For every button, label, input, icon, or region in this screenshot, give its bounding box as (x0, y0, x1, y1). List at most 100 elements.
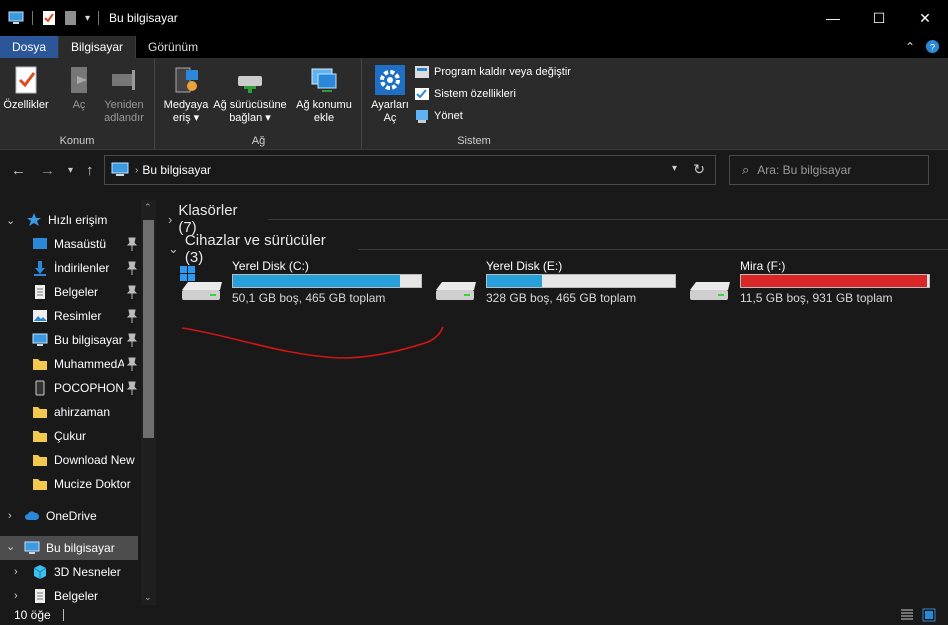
nav-item-folder[interactable]: ahirzaman (32, 400, 140, 424)
manage-button[interactable]: Yönet (414, 108, 571, 124)
group-label-ag: Ağ (251, 135, 266, 147)
computer-icon[interactable] (8, 10, 24, 26)
nav-item-desktop[interactable]: Masaüstü (32, 232, 140, 256)
map-network-drive-button[interactable]: Ağ sürücüsüne bağlan ▾ (210, 64, 290, 125)
svg-text:?: ? (930, 42, 935, 52)
manage-icon (416, 110, 428, 123)
nav-item-documents[interactable]: Belgeler (32, 280, 140, 304)
breadcrumb[interactable]: Bu bilgisayar (142, 163, 211, 177)
system-properties-icon (415, 88, 429, 100)
expand-chevron-icon[interactable]: › (14, 566, 18, 578)
forward-arrow-icon[interactable]: → (40, 162, 55, 179)
drive-space-info: 328 GB boş, 465 GB toplam (486, 291, 637, 305)
tab-bilgisayar[interactable]: Bilgisayar (58, 36, 137, 58)
download-icon (34, 261, 46, 276)
tab-dosya[interactable]: Dosya (0, 36, 59, 58)
up-arrow-icon[interactable]: ↑ (86, 162, 94, 179)
folder-icon (33, 455, 47, 466)
nav-scrollbar[interactable]: ⌃ ⌄ (141, 200, 156, 605)
nav-item-pictures[interactable]: Resimler (32, 304, 140, 328)
quick-access-toolbar: ▾ (0, 10, 101, 26)
nav-label: İndirilenler (54, 261, 110, 275)
group-label-konum: Konum (59, 135, 95, 147)
expand-chevron-icon[interactable]: › (8, 510, 12, 522)
scroll-up-icon[interactable]: ⌃ (144, 202, 152, 213)
collapse-chevron-icon[interactable]: ⌄ (6, 540, 15, 553)
properties-button[interactable]: Özellikler (3, 64, 49, 112)
expand-chevron-icon[interactable]: ⌄ (6, 214, 15, 227)
divider (267, 218, 948, 220)
pin-icon[interactable] (126, 333, 138, 347)
nav-item-folder[interactable]: Mucize Doktor (32, 472, 140, 496)
nav-item-downloads[interactable]: İndirilenler (32, 256, 140, 280)
nav-item-folder[interactable]: Çukur (32, 424, 140, 448)
drive-tile[interactable]: Mira (F:) 11,5 GB boş, 931 GB toplam (686, 256, 936, 310)
address-dropdown-icon[interactable]: ▾ (672, 163, 677, 174)
computer-icon (32, 333, 48, 346)
nav-label: POCOPHONE (54, 381, 124, 395)
system-properties-button[interactable]: Sistem özellikleri (414, 86, 571, 102)
nav-label: MuhammedA (54, 357, 124, 371)
network-location-icon (311, 68, 337, 92)
breadcrumb-separator-icon[interactable]: › (135, 165, 138, 176)
network-location-label-line2: ekle (313, 112, 335, 124)
folders-group-header[interactable]: › Klasörler (7) (168, 202, 948, 236)
document-icon (35, 285, 45, 299)
nav-this-pc[interactable]: Bu bilgisayar (0, 536, 138, 560)
nav-label: Belgeler (54, 285, 99, 299)
search-box[interactable]: ⌕ Ara: Bu bilgisayar (729, 155, 929, 185)
open-settings-button[interactable]: Ayarları Aç (367, 64, 413, 125)
close-button[interactable]: ✕ (902, 0, 948, 36)
pin-icon[interactable] (126, 309, 138, 323)
add-network-location-button[interactable]: Ağ konumu ekle (292, 64, 356, 125)
nav-item-folder[interactable]: MuhammedA (32, 352, 140, 376)
nav-item-folder[interactable]: Download New (32, 448, 140, 472)
tab-gorunum[interactable]: Görünüm (136, 36, 210, 58)
pin-icon[interactable] (126, 381, 138, 395)
drive-tile[interactable]: Yerel Disk (E:) 328 GB boş, 465 GB toplam (432, 256, 682, 310)
expand-chevron-icon[interactable]: › (14, 590, 18, 602)
recent-locations-chevron-icon[interactable]: ▾ (68, 165, 73, 176)
nav-label: Çukur (54, 429, 87, 443)
nav-quick-access[interactable]: Hızlı erişim (26, 208, 157, 232)
pin-icon[interactable] (126, 285, 138, 299)
rename-button[interactable]: Yeniden adlandır (100, 64, 148, 125)
new-folder-icon[interactable] (63, 10, 79, 26)
drive-usage-fill (487, 275, 542, 287)
address-bar[interactable]: › Bu bilgisayar ▾ ↻ (104, 155, 716, 185)
minimize-button[interactable]: — (810, 0, 856, 36)
refresh-icon[interactable]: ↻ (693, 161, 705, 178)
expand-chevron-icon[interactable]: › (168, 212, 172, 227)
pin-icon[interactable] (126, 261, 138, 275)
details-view-icon[interactable] (900, 608, 914, 622)
back-arrow-icon[interactable]: ← (11, 162, 26, 179)
cube-icon (33, 565, 47, 579)
collapse-chevron-icon[interactable]: ⌄ (168, 241, 179, 257)
large-icons-view-icon[interactable] (922, 608, 936, 622)
pin-icon[interactable] (126, 357, 138, 371)
media-access-button[interactable]: Medyaya eriş ▾ (160, 64, 212, 125)
help-icon[interactable]: ? (925, 39, 940, 54)
search-icon: ⌕ (742, 162, 750, 177)
nav-label: Resimler (54, 309, 102, 323)
nav-onedrive[interactable]: OneDrive (24, 504, 140, 528)
nav-label: OneDrive (46, 509, 97, 523)
pin-icon[interactable] (126, 237, 138, 251)
nav-item-phone[interactable]: POCOPHONE (32, 376, 140, 400)
maximize-button[interactable]: ☐ (856, 0, 902, 36)
scrollbar-thumb[interactable] (143, 220, 154, 438)
nav-3d-objects[interactable]: 3D Nesneler (32, 560, 140, 584)
nav-label: Masaüstü (54, 237, 107, 251)
nav-item-this-pc-pinned[interactable]: Bu bilgisayar (32, 328, 140, 352)
properties-icon[interactable] (41, 10, 57, 26)
drive-tile[interactable]: Yerel Disk (C:) 50,1 GB boş, 465 GB topla… (178, 256, 428, 310)
customize-quick-access-icon[interactable]: ▾ (85, 13, 90, 24)
drive-space-info: 50,1 GB boş, 465 GB toplam (232, 291, 386, 305)
ribbon-tabs: Dosya Bilgisayar Görünüm ⌃ ? (0, 36, 948, 58)
uninstall-program-button[interactable]: Program kaldır veya değiştir (414, 64, 571, 80)
scroll-down-icon[interactable]: ⌄ (144, 592, 152, 603)
open-button[interactable]: Aç (62, 64, 96, 112)
collapse-ribbon-icon[interactable]: ⌃ (905, 40, 915, 54)
search-input[interactable]: Ara: Bu bilgisayar (757, 163, 851, 177)
nav-documents[interactable]: Belgeler (32, 584, 140, 605)
